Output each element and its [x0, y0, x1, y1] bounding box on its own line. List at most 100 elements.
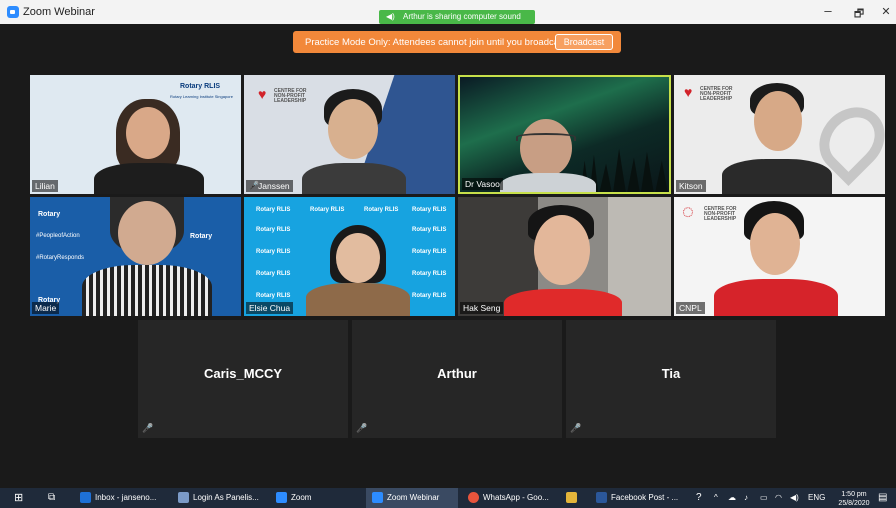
title-bar: Zoom Webinar ◀) Arthur is sharing comput…: [0, 0, 896, 24]
taskbar-item-label: Zoom Webinar: [387, 493, 440, 502]
audio-tile-tia[interactable]: Tia 🎤: [566, 320, 776, 438]
video-tile-marie[interactable]: Rotary #PeopleofAction Rotary #RotaryRes…: [30, 197, 241, 316]
participant-body: [306, 283, 410, 316]
broadcast-button[interactable]: Broadcast: [555, 34, 613, 50]
participant-face: [520, 119, 572, 177]
microphone-icon[interactable]: ♪: [744, 488, 748, 508]
rotary-rlis-logo: Rotary RLIS: [180, 83, 221, 90]
taskbar-item-label: WhatsApp - Goo...: [483, 493, 549, 502]
taskbar-item-outlook[interactable]: Inbox - janseno...: [80, 488, 166, 508]
participant-body: [82, 265, 212, 316]
rotary-pattern-text: Rotary RLIS: [412, 227, 447, 233]
rlis-tagline: Rotary Learning Institute Singapore: [170, 94, 233, 99]
taskbar-item-label: Zoom: [291, 493, 312, 502]
muted-mic-icon: 🎤: [570, 423, 582, 433]
taskbar-item-label: Login As Panelis...: [193, 493, 259, 502]
cnpl-logo-text: CENTRE FOR NON-PROFIT LEADERSHIP: [704, 206, 737, 222]
rotary-pattern-text: Rotary RLIS: [412, 207, 447, 213]
video-tile-hak-seng[interactable]: Hak Seng: [458, 197, 671, 316]
taskbar-item-file-explorer[interactable]: [566, 488, 586, 508]
browser-icon: [178, 492, 189, 504]
participant-body: [500, 173, 596, 192]
audio-tile-arthur[interactable]: Arthur 🎤: [352, 320, 562, 438]
rotary-pattern-text: Rotary RLIS: [364, 207, 399, 213]
practice-mode-text: Practice Mode Only: Attendees cannot joi…: [305, 37, 570, 48]
battery-icon[interactable]: ▭: [760, 488, 768, 508]
rotary-pattern-text: Rotary: [190, 233, 213, 240]
participant-name: Caris_MCCY: [203, 366, 283, 381]
zoom-icon: [276, 492, 287, 504]
clock[interactable]: 1:50 pm 25/8/2020: [836, 490, 872, 508]
participant-name: Tia: [661, 366, 681, 381]
rotary-pattern-text: Rotary RLIS: [310, 207, 345, 213]
participant-name: Dr Vasoo: [462, 178, 503, 190]
participant-name: Elsie Chua: [246, 302, 294, 314]
windows-taskbar: ⊞ ⧉ Inbox - janseno... Login As Panelis.…: [0, 488, 896, 508]
headset-icon: [516, 133, 576, 141]
taskbar-item-login[interactable]: Login As Panelis...: [178, 488, 268, 508]
participant-body: [714, 279, 838, 316]
participant-face: [336, 233, 380, 283]
zoom-icon: [372, 492, 383, 504]
video-tile-cnpl[interactable]: ◌ CENTRE FOR NON-PROFIT LEADERSHIP CNPL: [674, 197, 885, 316]
muted-mic-icon: 🎤: [356, 423, 368, 433]
cnpl-logo-icon: ◌: [682, 201, 694, 223]
rotary-pattern-text: #RotaryResponds: [36, 255, 85, 261]
taskbar-item-zoom[interactable]: Zoom: [276, 488, 356, 508]
rotary-pattern-text: Rotary RLIS: [256, 271, 291, 277]
rotary-pattern-text: Rotary RLIS: [412, 249, 447, 255]
zoom-app-icon: [7, 6, 19, 18]
volume-icon[interactable]: ◀): [790, 488, 799, 508]
participant-face: [328, 99, 378, 159]
taskbar-item-word[interactable]: Facebook Post - ...: [596, 488, 686, 508]
onedrive-icon[interactable]: ☁: [728, 488, 736, 508]
rotary-pattern-text: Rotary RLIS: [256, 207, 291, 213]
help-icon[interactable]: ?: [696, 488, 702, 508]
clock-date: 25/8/2020: [838, 500, 870, 507]
rotary-pattern-text: Rotary: [38, 211, 61, 218]
close-button[interactable]: ✕: [876, 5, 896, 18]
chrome-icon: [468, 492, 479, 504]
taskbar-item-whatsapp[interactable]: WhatsApp - Goo...: [468, 488, 556, 508]
clock-time: 1:50 pm: [841, 491, 867, 498]
taskbar-item-zoom-webinar[interactable]: Zoom Webinar: [366, 488, 458, 508]
language-indicator[interactable]: ENG: [808, 488, 825, 508]
sound-share-text: Arthur is sharing computer sound: [403, 12, 521, 21]
rotary-pattern-text: Rotary RLIS: [256, 227, 291, 233]
video-tile-dr-vasoo[interactable]: Dr Vasoo: [458, 75, 671, 194]
participant-name: CNPL: [676, 302, 705, 314]
notifications-icon[interactable]: ▤: [878, 488, 887, 508]
rotary-pattern-text: Rotary RLIS: [412, 271, 447, 277]
muted-mic-icon: 🎤: [142, 423, 154, 433]
tray-chevron-icon[interactable]: ^: [714, 488, 718, 508]
participant-name: Hak Seng: [460, 302, 504, 314]
wifi-icon[interactable]: ◠: [775, 488, 782, 508]
cnpl-logo-text: CENTRE FOR NON-PROFIT LEADERSHIP: [700, 86, 733, 102]
rotary-pattern-text: Rotary RLIS: [256, 249, 291, 255]
word-icon: [596, 492, 607, 504]
practice-mode-banner: Practice Mode Only: Attendees cannot joi…: [293, 31, 621, 53]
rotary-pattern-text: Rotary RLIS: [412, 293, 447, 299]
minimize-button[interactable]: –: [818, 3, 838, 18]
participant-name: Marie: [32, 302, 60, 314]
video-tile-lilian[interactable]: Rotary RLIS Rotary Learning Institute Si…: [30, 75, 241, 194]
audio-tile-caris-mccy[interactable]: Caris_MCCY 🎤: [138, 320, 348, 438]
participant-body: [94, 163, 204, 194]
video-tile-elsie-chua[interactable]: Rotary RLIS Rotary RLIS Rotary RLIS Rota…: [244, 197, 455, 316]
participant-body: [722, 159, 832, 194]
task-view-icon[interactable]: ⧉: [48, 488, 55, 508]
speaker-icon: ◀): [386, 12, 395, 21]
maximize-button[interactable]: 🗗: [849, 5, 869, 24]
participant-name: Lilian: [32, 180, 58, 192]
rotary-pattern-text: Rotary RLIS: [256, 293, 291, 299]
participant-face: [750, 213, 800, 275]
video-tile-janssen[interactable]: ♥ CENTRE FOR NON-PROFIT LEADERSHIP 🎤 Jan…: [244, 75, 455, 194]
cnpl-logo-text: CENTRE FOR NON-PROFIT LEADERSHIP: [274, 88, 307, 104]
participant-body: [504, 289, 622, 316]
participant-name: Kitson: [676, 180, 706, 192]
start-button[interactable]: ⊞: [14, 488, 23, 508]
video-tile-kitson[interactable]: ♥ CENTRE FOR NON-PROFIT LEADERSHIP Kitso…: [674, 75, 885, 194]
taskbar-item-label: Inbox - janseno...: [95, 493, 157, 502]
heart-logo-icon: ♥: [258, 86, 267, 102]
taskbar-item-label: Facebook Post - ...: [611, 493, 679, 502]
